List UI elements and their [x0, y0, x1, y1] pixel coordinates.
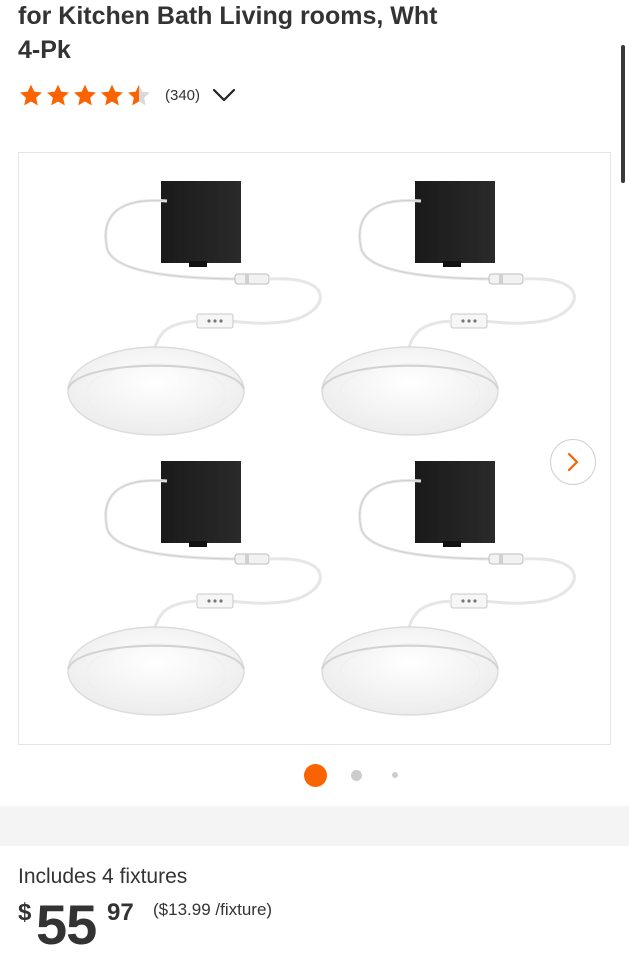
gallery-dot-3[interactable]	[392, 772, 398, 778]
star-icon	[47, 84, 69, 106]
gallery-next-button[interactable]	[550, 439, 596, 485]
unit-price: ($13.99 /fixture)	[153, 900, 273, 919]
price-currency: $	[18, 899, 32, 926]
review-count[interactable]: (340)	[165, 87, 200, 104]
product-title-line-2: 4-Pk	[18, 36, 71, 64]
page-scrollbar[interactable]	[621, 45, 625, 183]
product-title: for Kitchen Bath Living rooms, Wht 4-Pk	[18, 0, 608, 67]
fixture-count: Includes 4 fixtures	[18, 865, 188, 888]
product-image-gallery[interactable]	[18, 152, 611, 745]
star-rating	[18, 83, 153, 107]
price-whole: 55	[36, 893, 97, 956]
star-icon	[20, 84, 42, 106]
gallery-dot-2[interactable]	[351, 770, 362, 781]
gallery-pagination	[0, 763, 629, 787]
star-icon	[128, 84, 150, 106]
product-image	[66, 179, 576, 717]
chevron-right-icon	[567, 452, 579, 472]
product-title-line-1: for Kitchen Bath Living rooms, Wht	[18, 2, 438, 30]
section-divider	[0, 806, 629, 846]
gallery-dot-1[interactable]	[304, 764, 327, 787]
star-icon	[101, 84, 123, 106]
rating-summary[interactable]: (340)	[18, 83, 236, 107]
chevron-down-icon[interactable]	[212, 86, 236, 104]
star-icon	[74, 84, 96, 106]
price-cents: 97	[107, 899, 134, 926]
